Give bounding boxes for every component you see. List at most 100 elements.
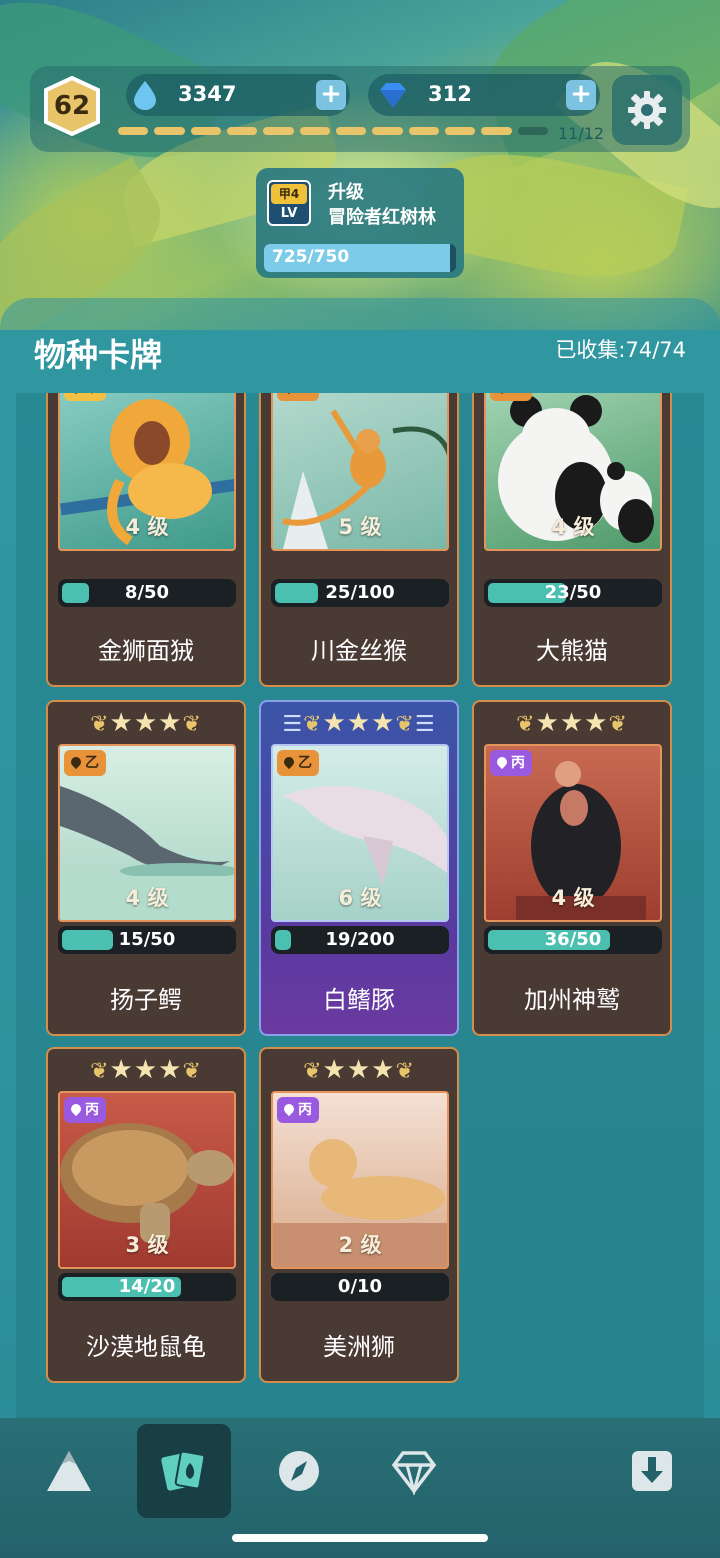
region-tag: 丙: [490, 750, 532, 776]
card-name: 川金丝猴: [311, 637, 407, 665]
species-card[interactable]: 乙 4 级 23/50 大熊猫: [472, 393, 672, 687]
progress-dash: [408, 127, 439, 135]
gem-resource: 312 +: [368, 74, 600, 116]
card-progress-bar: 25/100: [271, 579, 449, 607]
card-stars: ❦★★★❦: [303, 1055, 415, 1085]
card-art: 乙 4 级: [58, 744, 236, 922]
card-art: 乙 4 级: [484, 393, 662, 551]
region-tag: 乙: [277, 750, 319, 776]
card-level: 6 级: [338, 886, 382, 910]
card-grid[interactable]: 甲 4 级 8/50 金狮面狨 乙 5 级 25/100 川金丝猴: [16, 393, 704, 1418]
player-level: 62: [53, 91, 91, 121]
progress-dash: [481, 127, 512, 135]
water-amount: 3347: [178, 82, 237, 106]
card-name: 沙漠地鼠龟: [86, 1333, 206, 1361]
progress-dash: [263, 127, 294, 135]
progress-dash: [299, 127, 330, 135]
card-progress-bar: 36/50: [484, 926, 662, 954]
cards-icon: [161, 1450, 206, 1491]
region-tag: 丙: [64, 1097, 106, 1123]
card-name: 大熊猫: [536, 637, 608, 665]
progress-dash: [372, 127, 403, 135]
species-card[interactable]: ❦★★★❦ 丙 4 级 36/50 加州神鹫: [472, 700, 672, 1036]
card-progress-bar: 23/50: [484, 579, 662, 607]
region-tag: 乙: [277, 393, 319, 401]
download-icon: [632, 1451, 672, 1491]
card-progress-bar: 15/50: [58, 926, 236, 954]
upgrade-panel[interactable]: 甲4 LV 升级 冒险者红树林 725/750: [256, 168, 464, 278]
progress-dash: [335, 127, 367, 135]
progress-dash: [444, 127, 476, 135]
panel-title: 物种卡牌: [34, 336, 163, 374]
nav-download[interactable]: [605, 1424, 699, 1518]
card-art: 乙 5 级: [271, 393, 449, 551]
species-card[interactable]: ❦★★★❦ 丙 3 级 14/20 沙漠地鼠龟: [46, 1047, 246, 1383]
gem-amount: 312: [428, 82, 472, 106]
species-card[interactable]: ❦★★★❦ 乙 4 级 15/50 扬子鳄: [46, 700, 246, 1036]
species-card[interactable]: 乙 5 级 25/100 川金丝猴: [259, 393, 459, 687]
player-level-badge[interactable]: 62: [40, 75, 104, 137]
region-level-badge: 甲4 LV: [267, 180, 311, 226]
card-progress-text: 36/50: [544, 929, 602, 950]
card-stars: ❦★★★❦: [90, 1055, 202, 1085]
card-progress-bar: 8/50: [58, 579, 236, 607]
region-level-tag: 甲4: [271, 184, 307, 204]
card-name: 金狮面狨: [98, 637, 194, 665]
card-progress-bar: 19/200: [271, 926, 449, 954]
add-water-button[interactable]: +: [316, 80, 346, 110]
card-progress-text: 15/50: [118, 929, 176, 950]
compass-icon: [279, 1451, 319, 1491]
card-level: 2 级: [338, 1233, 382, 1257]
card-level: 4 级: [551, 515, 595, 539]
gem-icon: [380, 83, 406, 108]
card-art: 丙 2 级: [271, 1091, 449, 1269]
nav-explore[interactable]: [22, 1424, 116, 1518]
card-progress-text: 23/50: [544, 582, 602, 603]
gear-icon: [628, 91, 666, 129]
card-name: 白鳍豚: [323, 986, 395, 1014]
species-card[interactable]: ❦★★★❦ 丙 2 级 0/10 美洲狮: [259, 1047, 459, 1383]
card-art: 甲 4 级: [58, 393, 236, 551]
species-card-selected[interactable]: ☰❦★★★❦☰ 乙 6 级 19/200 白鳍豚: [259, 700, 459, 1036]
card-art: 乙 6 级: [271, 744, 449, 922]
upgrade-subtitle: 冒险者红树林: [328, 207, 436, 228]
nav-cards[interactable]: [137, 1424, 231, 1518]
card-level: 5 级: [338, 515, 382, 539]
card-name: 加州神鹫: [524, 986, 620, 1014]
card-progress-text: 25/100: [325, 582, 395, 603]
lv-label: LV: [280, 206, 298, 221]
nav-compass[interactable]: [252, 1424, 346, 1518]
upgrade-progress-text: 725/750: [272, 247, 350, 267]
card-art: 丙 4 级: [484, 744, 662, 922]
settings-button[interactable]: [612, 75, 682, 145]
card-stars: ❦★★★❦: [90, 708, 202, 738]
region-tag: 甲: [64, 393, 106, 401]
card-name: 扬子鳄: [110, 986, 182, 1014]
water-drop-icon: [134, 81, 156, 110]
nav-shop[interactable]: [367, 1424, 461, 1518]
card-level: 4 级: [551, 886, 595, 910]
card-name: 美洲狮: [323, 1333, 395, 1361]
region-tag: 乙: [490, 393, 532, 401]
water-resource: 3347 +: [126, 74, 350, 116]
add-gems-button[interactable]: +: [566, 80, 596, 110]
card-progress-bar: 0/10: [271, 1273, 449, 1301]
card-stars: ☰❦★★★❦☰: [282, 708, 436, 738]
card-art: 丙 3 级: [58, 1091, 236, 1269]
card-progress-bar: 14/20: [58, 1273, 236, 1301]
card-level: 4 级: [125, 515, 169, 539]
home-indicator[interactable]: [232, 1534, 488, 1542]
upgrade-title: 升级: [328, 182, 364, 203]
level-progress-count: 11/12: [558, 124, 605, 143]
card-level: 4 级: [125, 886, 169, 910]
jungle-background: [0, 0, 720, 330]
card-progress-text: 14/20: [118, 1276, 176, 1297]
species-card[interactable]: 甲 4 级 8/50 金狮面狨: [46, 393, 246, 687]
region-tag: 乙: [64, 750, 106, 776]
card-stars: ❦★★★❦: [516, 708, 628, 738]
progress-dash: [118, 127, 149, 135]
region-tag: 丙: [277, 1097, 319, 1123]
card-progress-text: 19/200: [325, 929, 395, 950]
progress-dash: [517, 127, 548, 135]
level-progress-dashes: [118, 127, 548, 137]
